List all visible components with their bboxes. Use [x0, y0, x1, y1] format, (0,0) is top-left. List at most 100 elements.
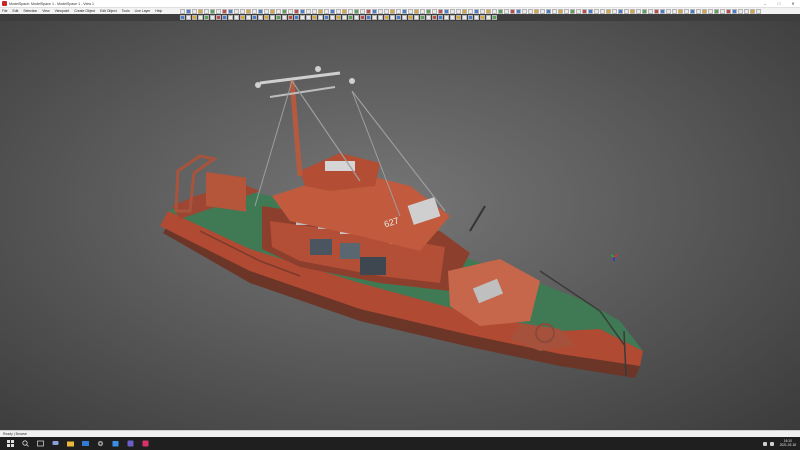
toolbar-button[interactable]: [198, 9, 203, 14]
toolbar-button[interactable]: [474, 9, 479, 14]
toolbar-button[interactable]: [240, 9, 245, 14]
toolbar-button[interactable]: [552, 9, 557, 14]
toolbar-button[interactable]: [408, 15, 413, 20]
toolbar-button[interactable]: [486, 15, 491, 20]
toolbar-button[interactable]: [576, 9, 581, 14]
close-button[interactable]: ✕: [786, 0, 800, 8]
toolbar-button[interactable]: [690, 9, 695, 14]
toolbar-button[interactable]: [336, 15, 341, 20]
toolbar-button[interactable]: [258, 9, 263, 14]
menu-live-layer[interactable]: Live Layer: [135, 9, 151, 13]
toolbar-button[interactable]: [186, 9, 191, 14]
toolbar-button[interactable]: [570, 9, 575, 14]
toolbar-button[interactable]: [390, 9, 395, 14]
toolbar-button[interactable]: [438, 15, 443, 20]
toolbar-button[interactable]: [426, 15, 431, 20]
toolbar-button[interactable]: [726, 9, 731, 14]
toolbar-button[interactable]: [720, 9, 725, 14]
toolbar-button[interactable]: [324, 9, 329, 14]
toolbar-button[interactable]: [558, 9, 563, 14]
toolbar-button[interactable]: [624, 9, 629, 14]
toolbar-button[interactable]: [438, 9, 443, 14]
toolbar-button[interactable]: [528, 9, 533, 14]
toolbar-button[interactable]: [360, 15, 365, 20]
toolbar-button[interactable]: [204, 9, 209, 14]
toolbar-button[interactable]: [444, 15, 449, 20]
toolbar-button[interactable]: [642, 9, 647, 14]
toolbar-button[interactable]: [606, 9, 611, 14]
toolbar-button[interactable]: [420, 15, 425, 20]
toolbar-button[interactable]: [252, 15, 257, 20]
toolbar-button[interactable]: [480, 15, 485, 20]
toolbar-button[interactable]: [198, 15, 203, 20]
toolbar-button[interactable]: [582, 9, 587, 14]
toolbar-button[interactable]: [180, 15, 185, 20]
toolbar-button[interactable]: [192, 15, 197, 20]
toolbar-button[interactable]: [516, 9, 521, 14]
network-icon[interactable]: [762, 441, 767, 446]
toolbar-button[interactable]: [456, 15, 461, 20]
toolbar-button[interactable]: [744, 9, 749, 14]
toolbar-button[interactable]: [408, 9, 413, 14]
search-icon[interactable]: [21, 439, 30, 448]
toolbar-button[interactable]: [498, 9, 503, 14]
toolbar-button[interactable]: [246, 9, 251, 14]
toolbar-button[interactable]: [264, 15, 269, 20]
app-icon-taskbar[interactable]: [141, 439, 150, 448]
toolbar-button[interactable]: [294, 15, 299, 20]
toolbar-button[interactable]: [696, 9, 701, 14]
toolbar-button[interactable]: [618, 9, 623, 14]
toolbar-button[interactable]: [534, 9, 539, 14]
toolbar-button[interactable]: [276, 9, 281, 14]
toolbar-button[interactable]: [204, 15, 209, 20]
toolbar-button[interactable]: [432, 9, 437, 14]
toolbar-button[interactable]: [654, 9, 659, 14]
menu-help[interactable]: Help: [155, 9, 162, 13]
toolbar-button[interactable]: [246, 15, 251, 20]
toolbar-button[interactable]: [294, 9, 299, 14]
toolbar-button[interactable]: [630, 9, 635, 14]
toolbar-button[interactable]: [318, 15, 323, 20]
menu-view[interactable]: View: [42, 9, 49, 13]
toolbar-button[interactable]: [300, 15, 305, 20]
minimize-button[interactable]: –: [758, 0, 772, 8]
toolbar-button[interactable]: [330, 9, 335, 14]
toolbar-button[interactable]: [300, 9, 305, 14]
toolbar-button[interactable]: [750, 9, 755, 14]
toolbar-button[interactable]: [372, 15, 377, 20]
store-icon[interactable]: [111, 439, 120, 448]
toolbar-button[interactable]: [594, 9, 599, 14]
toolbar-button[interactable]: [288, 9, 293, 14]
toolbar-button[interactable]: [504, 9, 509, 14]
mail-icon[interactable]: [81, 439, 90, 448]
menu-file[interactable]: File: [2, 9, 7, 13]
toolbar-button[interactable]: [312, 9, 317, 14]
task-view-icon[interactable]: [36, 439, 45, 448]
toolbar-button[interactable]: [462, 15, 467, 20]
maximize-button[interactable]: □: [772, 0, 786, 8]
toolbar-button[interactable]: [480, 9, 485, 14]
toolbar-button[interactable]: [714, 9, 719, 14]
toolbar-button[interactable]: [330, 15, 335, 20]
toolbar-button[interactable]: [276, 15, 281, 20]
toolbar-button[interactable]: [192, 9, 197, 14]
toolbar-button[interactable]: [732, 9, 737, 14]
toolbar-button[interactable]: [468, 15, 473, 20]
toolbar-button[interactable]: [228, 15, 233, 20]
toolbar-button[interactable]: [426, 9, 431, 14]
toolbar-button[interactable]: [474, 15, 479, 20]
toolbar-button[interactable]: [372, 9, 377, 14]
toolbar-button[interactable]: [324, 15, 329, 20]
volume-icon[interactable]: [769, 441, 774, 446]
toolbar-button[interactable]: [318, 9, 323, 14]
toolbar-button[interactable]: [390, 15, 395, 20]
menu-edit[interactable]: Edit: [12, 9, 18, 13]
toolbar-button[interactable]: [468, 9, 473, 14]
toolbar-button[interactable]: [414, 15, 419, 20]
toolbar-button[interactable]: [402, 15, 407, 20]
toolbar-button[interactable]: [264, 9, 269, 14]
toolbar-button[interactable]: [270, 15, 275, 20]
menu-create-object[interactable]: Create Object: [74, 9, 95, 13]
toolbar-button[interactable]: [348, 9, 353, 14]
toolbar-button[interactable]: [354, 9, 359, 14]
